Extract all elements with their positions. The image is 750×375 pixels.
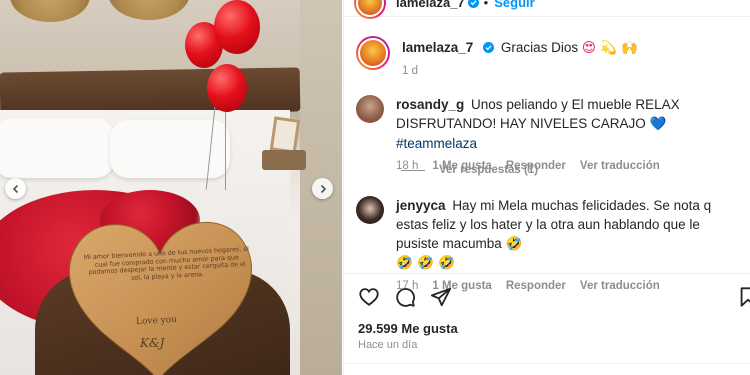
avatar[interactable] xyxy=(354,0,386,19)
header-username[interactable]: lamelaza_7 xyxy=(396,0,465,10)
verified-badge-icon xyxy=(467,0,479,8)
bookmark-icon[interactable] xyxy=(737,286,750,308)
pillow xyxy=(0,118,114,178)
heart-initials: K&J xyxy=(140,336,165,350)
picture-frame xyxy=(269,116,301,154)
red-balloon xyxy=(214,0,260,54)
view-replies-button[interactable]: Ver respuestas (1) xyxy=(401,164,538,176)
caption-text: Gracias Dios xyxy=(500,40,579,55)
action-bar: 29.599 Me gusta Hace un día xyxy=(344,273,750,373)
comment-username[interactable]: jenyyca xyxy=(396,198,446,213)
comment-username[interactable]: rosandy_g xyxy=(396,97,464,112)
caption-emoji: 😍 💫 🙌 xyxy=(581,40,639,56)
comment-emoji: 🤣 xyxy=(505,236,523,252)
caption-username[interactable]: lamelaza_7 xyxy=(402,40,473,55)
comment-hashtag[interactable]: #teammelaza xyxy=(396,136,477,151)
carousel-prev-button[interactable] xyxy=(5,178,26,199)
share-icon[interactable] xyxy=(430,286,452,308)
verified-badge-icon xyxy=(483,42,495,53)
post-timestamp: Hace un día xyxy=(358,339,418,351)
wooden-heart xyxy=(69,221,252,375)
view-replies-label: Ver respuestas (1) xyxy=(439,164,539,176)
avatar[interactable] xyxy=(356,95,384,123)
heart-love-text: Love you xyxy=(135,314,178,328)
red-balloon xyxy=(207,64,247,112)
translate-button[interactable]: Ver traducción xyxy=(580,157,660,176)
avatar[interactable] xyxy=(356,196,384,224)
comment-emoji: 💙 xyxy=(649,116,667,132)
follow-button[interactable]: Seguir xyxy=(494,0,534,10)
likes-count[interactable]: 29.599 Me gusta xyxy=(358,321,458,336)
heart-icon[interactable] xyxy=(358,286,380,308)
chevron-right-icon xyxy=(320,184,326,193)
post-photo[interactable]: Mi amor bienvenido a uno de tus nuevos h… xyxy=(0,0,342,375)
chevron-left-icon xyxy=(12,184,18,193)
separator-dot: • xyxy=(483,0,489,10)
carousel-next-button[interactable] xyxy=(312,178,333,199)
caption-time: 1 d xyxy=(402,65,418,77)
comment-emoji-line: 🤣 🤣 🤣 xyxy=(396,255,456,271)
post-header: lamelaza_7 • Seguir xyxy=(344,0,750,19)
replies-divider xyxy=(401,169,425,171)
post-side-panel: lamelaza_7 • Seguir lamelaza_7 Gracias D… xyxy=(343,0,750,375)
caption: lamelaza_7 Gracias Dios 😍 💫 🙌 1 d xyxy=(356,36,746,81)
nightstand xyxy=(262,150,306,170)
avatar[interactable] xyxy=(356,36,390,70)
comment-icon[interactable] xyxy=(394,286,416,308)
divider xyxy=(344,363,750,364)
